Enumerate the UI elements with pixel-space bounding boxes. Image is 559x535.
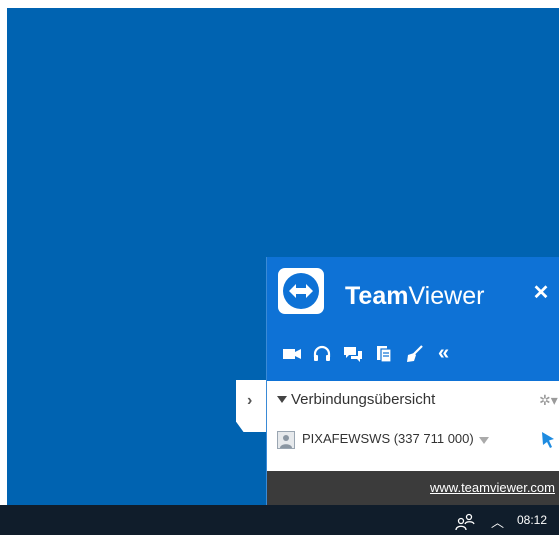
chevron-right-icon[interactable]: › (247, 392, 252, 410)
connection-overview: Verbindungsübersicht ✲▾ PIXAFEWSWS (337 … (267, 381, 559, 471)
screen-border-left (0, 0, 7, 505)
user-avatar-icon (277, 431, 295, 449)
title-rest: Viewer (408, 282, 485, 310)
chat-icon[interactable] (342, 343, 364, 365)
device-row[interactable]: PIXAFEWSWS (337 711 000) (267, 427, 559, 453)
video-icon[interactable] (281, 343, 303, 365)
teamviewer-title: TeamViewer (345, 282, 484, 311)
teamviewer-header: TeamViewer ✕ « (267, 257, 559, 381)
title-bold: Team (345, 282, 409, 310)
device-label: PIXAFEWSWS (337 711 000) (302, 431, 474, 446)
chevron-up-icon[interactable]: ︿ (491, 512, 504, 531)
screen-border-top (0, 0, 559, 8)
caret-down-icon[interactable] (479, 437, 489, 444)
cursor-icon[interactable] (540, 431, 556, 449)
section-label[interactable]: Verbindungsübersicht (291, 391, 435, 408)
clipboard-icon[interactable] (373, 343, 395, 365)
teamviewer-website-link[interactable]: www.teamviewer.com (430, 480, 555, 495)
gear-icon[interactable]: ✲▾ (539, 392, 558, 408)
double-chevron-left-icon[interactable]: « (438, 343, 460, 365)
broom-icon[interactable] (404, 343, 426, 365)
close-icon[interactable]: ✕ (531, 283, 551, 303)
teamviewer-panel: TeamViewer ✕ « Verbindungsübersicht ✲▾ P… (266, 257, 559, 505)
caret-down-icon[interactable] (277, 396, 287, 403)
people-icon[interactable] (455, 511, 475, 531)
teamviewer-footer: www.teamviewer.com (267, 471, 559, 505)
teamviewer-logo-icon (278, 268, 324, 314)
taskbar: ︿ 08:12 (0, 505, 559, 535)
headset-icon[interactable] (311, 343, 333, 365)
clock[interactable]: 08:12 (517, 513, 547, 527)
